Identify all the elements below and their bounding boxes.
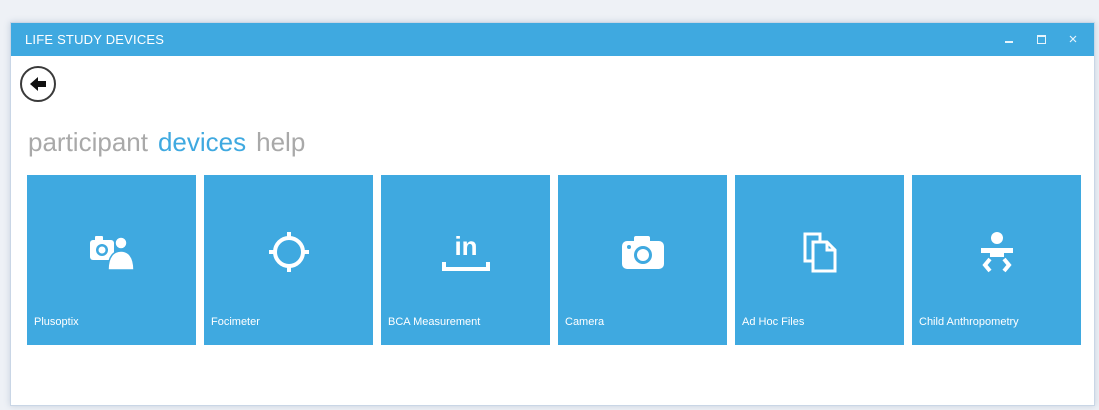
tile-bca-measurement[interactable]: in BCA Measurement xyxy=(381,175,550,345)
camera-icon xyxy=(558,227,727,277)
window-title: LIFE STUDY DEVICES xyxy=(25,32,165,47)
tile-label: BCA Measurement xyxy=(388,316,481,328)
baby-icon xyxy=(912,227,1081,277)
tile-focimeter[interactable]: Focimeter xyxy=(204,175,373,345)
close-icon xyxy=(1069,35,1077,43)
tile-label: Focimeter xyxy=(211,316,260,328)
device-tiles: Plusoptix Focimeter in BCA Measurement C… xyxy=(27,175,1081,345)
tile-label: Child Anthropometry xyxy=(919,316,1019,328)
app-window: LIFE STUDY DEVICES participant devices h… xyxy=(10,22,1095,406)
tile-camera[interactable]: Camera xyxy=(558,175,727,345)
tile-label: Plusoptix xyxy=(34,316,79,328)
maximize-button[interactable] xyxy=(1030,29,1052,49)
tab-devices[interactable]: devices xyxy=(158,127,246,158)
section-tabs: participant devices help xyxy=(28,127,305,158)
close-button[interactable] xyxy=(1062,29,1084,49)
maximize-icon xyxy=(1036,34,1046,44)
tile-label: Ad Hoc Files xyxy=(742,316,805,328)
minimize-button[interactable] xyxy=(998,29,1020,49)
minimize-icon xyxy=(1005,41,1013,43)
tile-label: Camera xyxy=(565,316,605,328)
tile-child-anthropometry[interactable]: Child Anthropometry xyxy=(912,175,1081,345)
title-bar[interactable]: LIFE STUDY DEVICES xyxy=(11,23,1094,56)
arrow-left-icon xyxy=(30,77,46,91)
crosshair-icon xyxy=(204,227,373,277)
documents-icon xyxy=(735,227,904,277)
photo-person-icon xyxy=(27,227,196,277)
inch-ruler-icon: in xyxy=(381,227,550,277)
svg-text:in: in xyxy=(454,231,477,261)
tile-ad-hoc-files[interactable]: Ad Hoc Files xyxy=(735,175,904,345)
tab-participant[interactable]: participant xyxy=(28,127,148,158)
tab-help[interactable]: help xyxy=(256,127,305,158)
back-button[interactable] xyxy=(20,66,56,102)
tile-plusoptix[interactable]: Plusoptix xyxy=(27,175,196,345)
